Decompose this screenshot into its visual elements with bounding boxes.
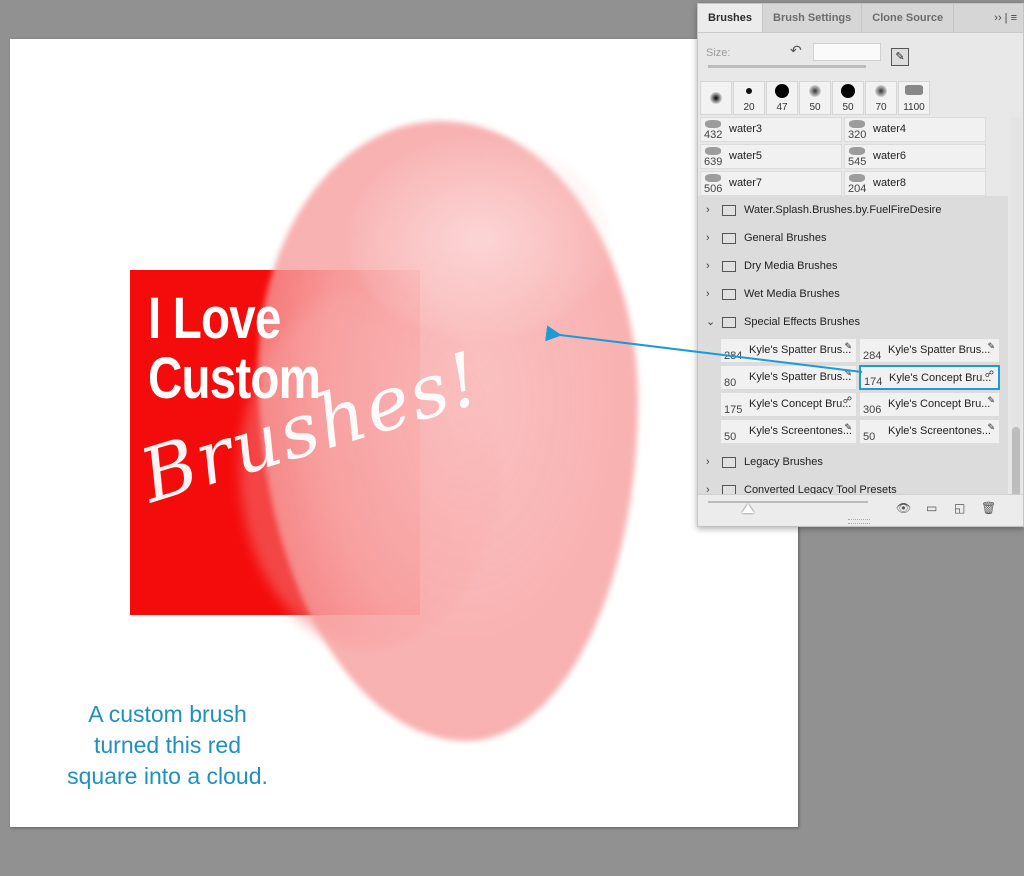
caption-line-3: square into a cloud. — [67, 763, 268, 789]
chevron-right-icon[interactable]: › — [706, 448, 718, 476]
size-slider[interactable] — [708, 65, 866, 68]
cloud-highlight — [350, 139, 610, 339]
caption: A custom brush turned this red square in… — [50, 699, 285, 792]
caption-line-1: A custom brush — [88, 701, 247, 727]
folder-icon — [722, 456, 736, 468]
brush-tool-icon: ✎ — [987, 341, 995, 351]
tab-brush-settings[interactable]: Brush Settings — [763, 4, 863, 32]
brush-group-expanded[interactable]: ⌄ Special Effects Brushes — [698, 308, 1008, 336]
panel-menu-icon[interactable]: ›› | ≡ — [994, 4, 1023, 32]
brush-item[interactable]: 50 Kyle's Screentones... ✎ — [720, 419, 857, 444]
folder-icon — [722, 288, 736, 300]
preset-brush[interactable] — [700, 81, 732, 115]
tab-brushes[interactable]: Brushes — [698, 4, 764, 32]
chevron-down-icon[interactable]: ⌄ — [706, 308, 718, 336]
folder-icon — [722, 260, 736, 272]
tab-clone-source[interactable]: Clone Source — [862, 4, 955, 32]
brush-tool-icon: ✎ — [844, 341, 852, 351]
special-brush-grid: 284 Kyle's Spatter Brus... ✎ 284 Kyle's Spa… — [718, 338, 1008, 444]
brushes-panel: Brushes Brush Settings Clone Source ›› |… — [697, 3, 1024, 527]
brush-item[interactable]: 204 water8 — [844, 171, 986, 196]
brush-tool-icon: ✎ — [987, 422, 995, 432]
brush-item[interactable]: 432 water3 — [700, 117, 842, 142]
recent-brush-presets: 20 47 50 50 70 1100 — [700, 81, 930, 115]
brush-item[interactable]: 639 water5 — [700, 144, 842, 169]
special-effects-brushes: 284 Kyle's Spatter Brus... ✎ 284 Kyle's Spa… — [698, 336, 1008, 448]
folder-open-icon — [722, 316, 736, 328]
brush-thumbnail — [705, 147, 721, 155]
preset-brush[interactable]: 47 — [766, 81, 798, 115]
brush-item[interactable]: 306 Kyle's Concept Bru... ✎ — [859, 392, 1000, 417]
water-brush-grid: 432 water3 320 water4 639 water5 545 water6 … — [698, 117, 1008, 196]
eye-brush-icon[interactable]: 👁 — [896, 501, 911, 515]
thumbnail-size-slider[interactable] — [708, 501, 868, 503]
brush-thumbnail — [705, 174, 721, 182]
folder-icon — [722, 232, 736, 244]
brush-group[interactable]: › Water.Splash.Brushes.by.FuelFireDesire — [698, 196, 1008, 224]
size-input[interactable] — [813, 43, 881, 61]
folder-icon — [722, 204, 736, 216]
brush-item[interactable]: 545 water6 — [844, 144, 986, 169]
brush-item-selected[interactable]: 174 Kyle's Concept Bru... ☍ — [859, 365, 1000, 390]
mixer-brush-icon: ☍ — [842, 395, 852, 405]
caption-line-2: turned this red — [93, 732, 242, 758]
size-row: Size: ↶ ✎ — [698, 33, 1023, 69]
scrollbar[interactable] — [1011, 117, 1021, 502]
brush-group[interactable]: › General Brushes — [698, 224, 1008, 252]
headline-line-1: I Love — [148, 286, 281, 351]
brush-settings-toggle-icon[interactable]: ✎ — [891, 48, 909, 66]
brush-thumbnail — [849, 147, 865, 155]
preset-brush[interactable]: 1100 — [898, 81, 930, 115]
slider-knob[interactable] — [742, 504, 754, 513]
size-label: Size: — [706, 47, 731, 59]
brush-tool-icon: ✎ — [844, 368, 852, 378]
brush-tool-icon: ✎ — [987, 395, 995, 405]
preset-brush[interactable]: 50 — [832, 81, 864, 115]
reset-size-icon[interactable]: ↶ — [790, 42, 802, 59]
panel-footer: 👁 ▭ ◱ 🗑 — [698, 494, 1023, 525]
brush-item[interactable]: 80 Kyle's Spatter Brus... ✎ — [720, 365, 857, 390]
trash-icon[interactable]: 🗑 — [981, 501, 996, 515]
brush-item[interactable]: 320 water4 — [844, 117, 986, 142]
brush-group[interactable]: › Legacy Brushes — [698, 448, 1008, 476]
scroll-thumb[interactable] — [1012, 427, 1020, 497]
preset-brush[interactable]: 50 — [799, 81, 831, 115]
chevron-right-icon[interactable]: › — [706, 252, 718, 280]
brush-tool-icon: ✎ — [844, 422, 852, 432]
brush-group[interactable]: › Wet Media Brushes — [698, 280, 1008, 308]
resize-grip[interactable] — [848, 519, 870, 524]
chevron-right-icon[interactable]: › — [706, 196, 718, 224]
brush-item[interactable]: 284 Kyle's Spatter Brus... ✎ — [720, 338, 857, 363]
brush-thumbnail — [849, 174, 865, 182]
chevron-right-icon[interactable]: › — [706, 280, 718, 308]
mixer-brush-icon: ☍ — [984, 369, 994, 379]
brush-group[interactable]: › Dry Media Brushes — [698, 252, 1008, 280]
brush-item[interactable]: 284 Kyle's Spatter Brus... ✎ — [859, 338, 1000, 363]
brush-list: 432 water3 320 water4 639 water5 545 water6 … — [698, 117, 1008, 502]
brush-item[interactable]: 506 water7 — [700, 171, 842, 196]
brush-thumbnail — [705, 120, 721, 128]
brush-item[interactable]: 175 Kyle's Concept Bru... ☍ — [720, 392, 857, 417]
panel-tabs: Brushes Brush Settings Clone Source ›› |… — [698, 4, 1023, 33]
document-canvas[interactable]: I Love Custom Brushes! A custom brush tu… — [10, 39, 798, 827]
new-group-icon[interactable]: ▭ — [926, 501, 937, 515]
brush-thumbnail — [849, 120, 865, 128]
chevron-right-icon[interactable]: › — [706, 224, 718, 252]
new-brush-icon[interactable]: ◱ — [954, 501, 965, 515]
brush-item[interactable]: 50 Kyle's Screentones... ✎ — [859, 419, 1000, 444]
tab-spacer — [954, 4, 994, 32]
preset-brush[interactable]: 70 — [865, 81, 897, 115]
preset-brush[interactable]: 20 — [733, 81, 765, 115]
